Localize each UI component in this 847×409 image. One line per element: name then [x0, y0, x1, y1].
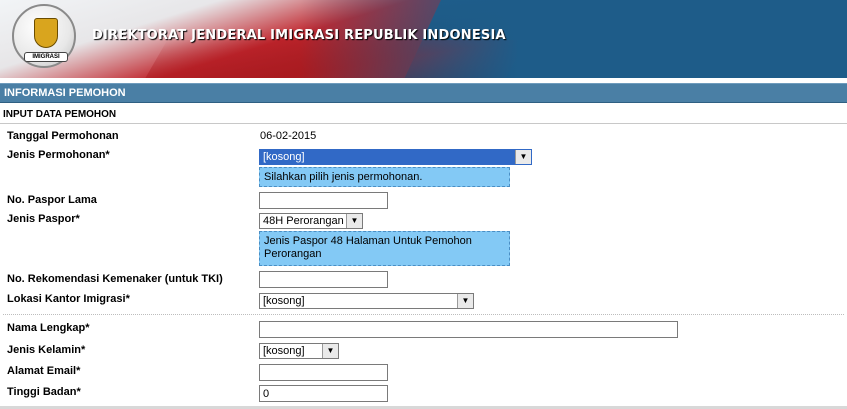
jenis-paspor-hint: Jenis Paspor 48 Halaman Untuk Pemohon Pe…	[259, 231, 510, 266]
lokasi-label: Lokasi Kantor Imigrasi*	[7, 293, 130, 305]
kelamin-selected: [kosong]	[263, 345, 305, 357]
jenis-paspor-label: Jenis Paspor*	[7, 213, 80, 225]
form-divider	[3, 314, 844, 315]
imigrasi-emblem-icon: IMIGRASI	[12, 4, 76, 68]
tinggi-input[interactable]	[259, 385, 388, 402]
jenis-permohonan-hint: Silahkan pilih jenis permohonan.	[259, 167, 510, 187]
jenis-permohonan-label: Jenis Permohonan*	[7, 149, 110, 161]
chevron-down-icon[interactable]: ▼	[322, 344, 338, 358]
kelamin-label: Jenis Kelamin*	[7, 344, 86, 356]
tanggal-value: 06-02-2015	[260, 130, 317, 142]
jenis-permohonan-select[interactable]: [kosong] ▼	[259, 149, 532, 165]
chevron-down-icon[interactable]: ▼	[457, 294, 473, 308]
lokasi-select[interactable]: [kosong] ▼	[259, 293, 474, 309]
tinggi-label: Tinggi Badan*	[7, 386, 81, 398]
chevron-down-icon[interactable]: ▼	[515, 150, 531, 164]
nama-input[interactable]	[259, 321, 678, 338]
jenis-permohonan-selected: [kosong]	[263, 151, 305, 163]
email-input[interactable]	[259, 364, 388, 381]
section-title: INFORMASI PEMOHON	[0, 83, 847, 103]
nama-label: Nama Lengkap*	[7, 322, 90, 334]
site-title: DIREKTORAT JENDERAL IMIGRASI REPUBLIK IN…	[92, 28, 506, 43]
site-header: IMIGRASI DIREKTORAT JENDERAL IMIGRASI RE…	[0, 0, 847, 78]
email-label: Alamat Email*	[7, 365, 81, 377]
paspor-lama-input[interactable]	[259, 192, 388, 209]
rekomendasi-input[interactable]	[259, 271, 388, 288]
emblem-ribbon: IMIGRASI	[24, 52, 68, 62]
rekomendasi-label: No. Rekomendasi Kemenaker (untuk TKI)	[7, 273, 223, 285]
subsection-title: INPUT DATA PEMOHON	[0, 106, 847, 124]
tanggal-label: Tanggal Permohonan	[7, 130, 119, 142]
chevron-down-icon[interactable]: ▼	[346, 214, 362, 228]
kelamin-select[interactable]: [kosong] ▼	[259, 343, 339, 359]
emblem-shield	[34, 18, 58, 48]
jenis-paspor-select[interactable]: 48H Perorangan ▼	[259, 213, 363, 229]
lokasi-selected: [kosong]	[263, 295, 305, 307]
paspor-lama-label: No. Paspor Lama	[7, 194, 97, 206]
jenis-paspor-selected: 48H Perorangan	[263, 215, 344, 227]
